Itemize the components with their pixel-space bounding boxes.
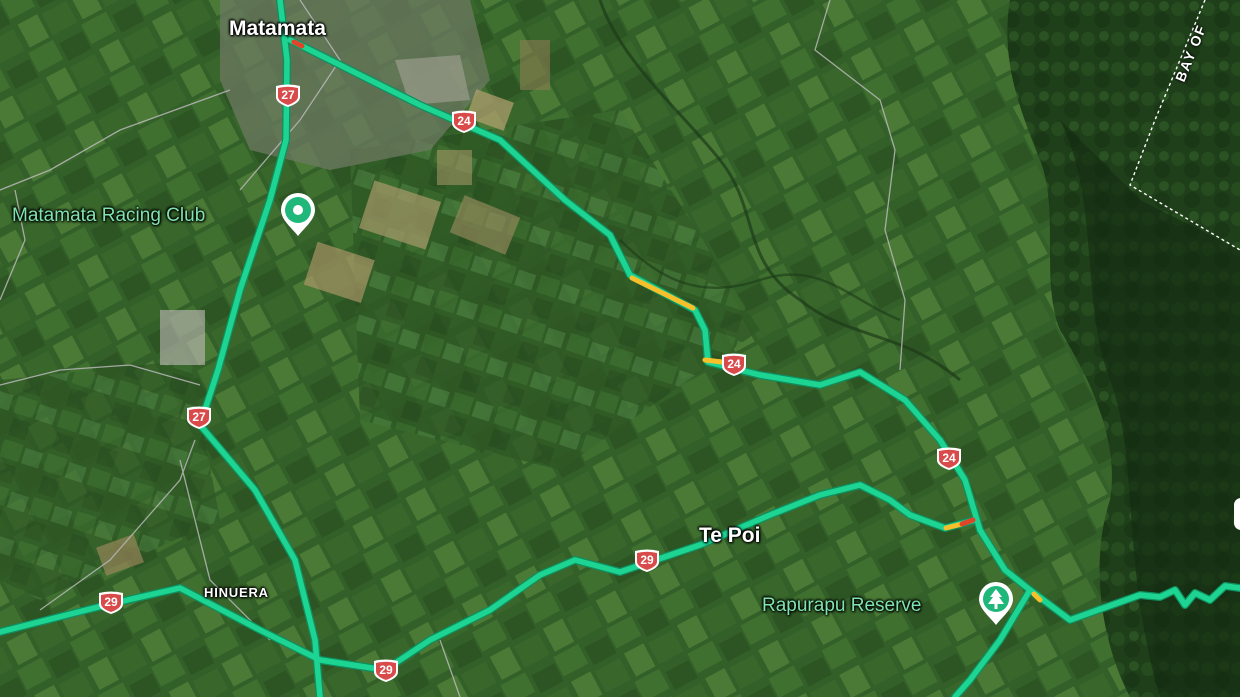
offscreen-marker[interactable] <box>1234 498 1240 530</box>
highway-shield-29[interactable]: 29 <box>98 591 124 615</box>
place-label-hinuera[interactable]: HINUERA <box>204 585 269 600</box>
paddock <box>160 310 205 365</box>
place-label-matamata[interactable]: Matamata <box>229 17 326 41</box>
highway-shield-29[interactable]: 29 <box>373 659 399 683</box>
highway-shield-27[interactable]: 27 <box>275 84 301 108</box>
highway-shield-24[interactable]: 24 <box>721 353 747 377</box>
highway-shield-24[interactable]: 24 <box>451 110 477 134</box>
poi-label-racing-club[interactable]: Matamata Racing Club <box>12 205 205 227</box>
poi-label-rapurapu-reserve[interactable]: Rapurapu Reserve <box>762 595 921 617</box>
highway-shield-27[interactable]: 27 <box>186 406 212 430</box>
paddock <box>520 40 550 90</box>
place-label-te-poi[interactable]: Te Poi <box>699 524 760 548</box>
satellite-map[interactable] <box>0 0 1240 697</box>
traffic-slow-segment <box>702 357 725 365</box>
highway-shield-24[interactable]: 24 <box>936 447 962 471</box>
tree-icon[interactable] <box>976 581 1016 627</box>
paddock <box>437 150 472 185</box>
highway-shield-29[interactable]: 29 <box>634 549 660 573</box>
location-pin-icon[interactable] <box>278 192 318 238</box>
